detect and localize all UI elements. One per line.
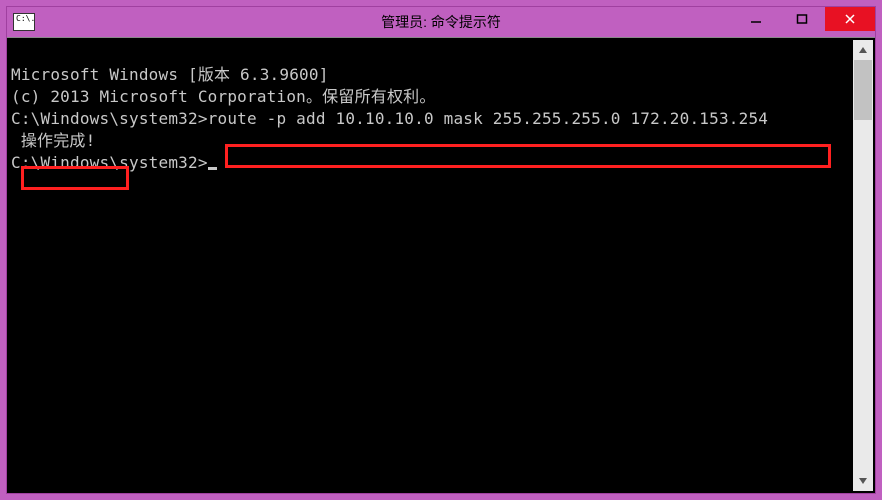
titlebar[interactable]: C:\. 管理员: 命令提示符 [7,7,875,37]
output-line: Microsoft Windows [版本 6.3.9600] [11,64,849,86]
scroll-up-button[interactable] [853,40,873,60]
vertical-scrollbar[interactable] [853,40,873,491]
command-prompt-window: C:\. 管理员: 命令提示符 Microsoft Windows [版本 6.… [6,6,876,494]
window-controls [733,7,875,37]
window-title: 管理员: 命令提示符 [381,12,501,32]
cursor-icon [208,167,217,170]
maximize-button[interactable] [779,7,825,31]
scroll-down-button[interactable] [853,471,873,491]
terminal-output: Microsoft Windows [版本 6.3.9600](c) 2013 … [11,42,849,489]
scroll-thumb[interactable] [854,60,872,120]
entered-command: route -p add 10.10.10.0 mask 255.255.255… [208,109,768,128]
output-line: (c) 2013 Microsoft Corporation。保留所有权利。 [11,86,849,108]
prompt-line: C:\Windows\system32> [11,152,849,174]
prompt-line: C:\Windows\system32>route -p add 10.10.1… [11,108,849,130]
minimize-button[interactable] [733,7,779,31]
terminal-area[interactable]: Microsoft Windows [版本 6.3.9600](c) 2013 … [7,37,875,493]
prompt-path: C:\Windows\system32> [11,109,208,128]
prompt-path: C:\Windows\system32> [11,153,208,172]
close-button[interactable] [825,7,875,31]
cmd-icon: C:\. [13,13,35,31]
output-result: 操作完成! [11,130,849,152]
